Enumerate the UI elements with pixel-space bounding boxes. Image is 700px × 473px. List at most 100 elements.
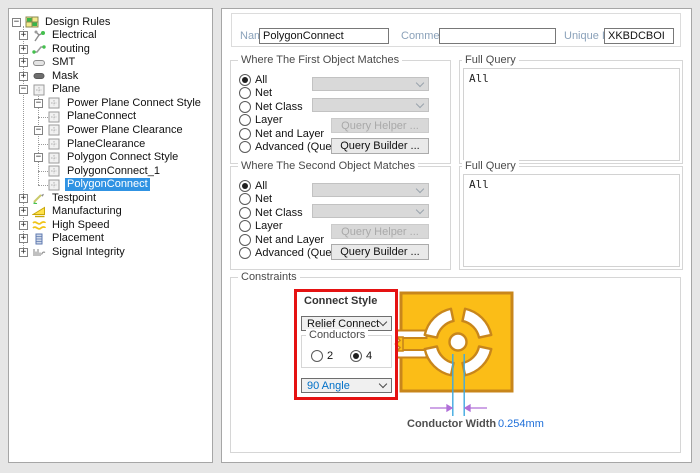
comment-input[interactable] <box>439 28 556 44</box>
collapse-toggle-icon[interactable]: − <box>34 126 43 135</box>
first-query-helper-button: Query Helper ... <box>331 118 429 133</box>
radio-label: Net <box>255 87 272 99</box>
expand-toggle-icon[interactable]: + <box>19 45 28 54</box>
first-net-select <box>312 77 429 91</box>
highlight-annotation-box <box>294 289 398 400</box>
high-speed-icon <box>32 219 46 231</box>
tree-item-routing[interactable]: + Routing <box>10 42 211 56</box>
second-match-radio-layer[interactable]: Layer <box>239 220 283 233</box>
tree-item-smt[interactable]: + SMT <box>10 56 211 70</box>
radio-selected-icon <box>239 74 251 86</box>
placement-icon <box>32 233 46 245</box>
second-match-radio-net-and-layer[interactable]: Net and Layer <box>239 233 324 246</box>
radio-label: Net and Layer <box>255 234 324 246</box>
second-full-query-group: Full Query All <box>459 166 683 270</box>
second-full-query-text: All <box>463 174 680 267</box>
first-full-query-group: Full Query All <box>459 60 683 164</box>
radio-unselected-icon <box>239 114 251 126</box>
radio-unselected-icon <box>239 220 251 232</box>
tree-item-label: Routing <box>50 43 92 56</box>
tree-item-label: Signal Integrity <box>50 246 127 259</box>
rule-icon <box>47 179 61 191</box>
radio-label: Net <box>255 193 272 205</box>
tree-item-testpoint[interactable]: + Testpoint <box>10 191 211 205</box>
tree-item-label: PlaneClearance <box>65 138 147 151</box>
expand-toggle-icon[interactable]: + <box>19 248 28 257</box>
first-net-class-select <box>312 98 429 112</box>
second-match-radio-advanced-query[interactable]: Advanced (Query) <box>239 247 344 260</box>
conductor-width-label: Conductor Width <box>407 418 491 430</box>
first-match-radio-net-class[interactable]: Net Class <box>239 100 303 113</box>
radio-unselected-icon <box>239 234 251 246</box>
tree-item-polygon-connect-style[interactable]: −Polygon Connect Style <box>10 151 211 165</box>
tree-item-polygonconnect-1[interactable]: PolygonConnect_1 <box>10 164 211 178</box>
radio-unselected-icon <box>239 207 251 219</box>
second-query-builder-button[interactable]: Query Builder ... <box>331 244 429 260</box>
routing-icon <box>32 43 46 55</box>
expand-toggle-icon[interactable]: + <box>19 234 28 243</box>
expand-toggle-icon[interactable]: + <box>19 31 28 40</box>
tree-item-label: SMT <box>50 56 77 69</box>
tree-item-planeclearance[interactable]: PlaneClearance <box>10 137 211 151</box>
second-match-radio-net-class[interactable]: Net Class <box>239 206 303 219</box>
expand-toggle-icon[interactable]: + <box>19 58 28 67</box>
tree-item-electrical[interactable]: + Electrical <box>10 29 211 43</box>
radio-unselected-icon <box>239 87 251 99</box>
tree-item-label: Electrical <box>50 29 99 42</box>
electrical-icon <box>32 30 46 42</box>
expand-toggle-icon[interactable]: + <box>19 207 28 216</box>
tree-item-planeconnect[interactable]: PlaneConnect <box>10 110 211 124</box>
tree-item-label: Mask <box>50 70 80 83</box>
first-match-radio-advanced-query[interactable]: Advanced (Query) <box>239 141 344 154</box>
design-rules-icon <box>25 16 39 28</box>
tree-item-mask[interactable]: + Mask <box>10 69 211 83</box>
query-helper-label: Query Helper ... <box>341 120 419 132</box>
expand-toggle-icon[interactable]: + <box>19 194 28 203</box>
first-match-radio-net[interactable]: Net <box>239 87 272 100</box>
second-match-radio-net[interactable]: Net <box>239 193 272 206</box>
testpoint-icon <box>32 192 46 204</box>
signal-integrity-icon <box>32 246 46 258</box>
tree-item-placement[interactable]: + Placement <box>10 232 211 246</box>
first-full-query-text: All <box>463 68 680 161</box>
expand-toggle-icon[interactable]: + <box>19 221 28 230</box>
first-match-radio-net-and-layer[interactable]: Net and Layer <box>239 127 324 140</box>
collapse-toggle-icon[interactable]: − <box>34 99 43 108</box>
tree-item-design-rules[interactable]: −Design Rules <box>10 15 211 29</box>
tree-item-power-plane-connect-style[interactable]: −Power Plane Connect Style <box>10 96 211 110</box>
rule-icon <box>47 165 61 177</box>
tree-item-high-speed[interactable]: +High Speed <box>10 218 211 232</box>
rule-icon <box>47 138 61 150</box>
rule-icon <box>47 111 61 123</box>
manufacturing-icon <box>32 206 46 218</box>
collapse-toggle-icon[interactable]: − <box>19 85 28 94</box>
conductor-width-value: 0.254mm <box>498 418 544 430</box>
first-query-builder-button[interactable]: Query Builder ... <box>331 138 429 154</box>
tree-item-power-plane-clearance[interactable]: − Power Plane Clearance <box>10 123 211 137</box>
tree-item-manufacturing[interactable]: +Manufacturing <box>10 205 211 219</box>
second-object-match-title: Where The Second Object Matches <box>238 160 418 172</box>
tree-item-polygonconnect[interactable]: PolygonConnect <box>10 178 211 192</box>
query-builder-label: Query Builder ... <box>340 246 419 258</box>
collapse-toggle-icon[interactable]: − <box>12 18 21 27</box>
radio-label: Net Class <box>255 207 303 219</box>
first-match-radio-layer[interactable]: Layer <box>239 114 283 127</box>
plane-icon <box>32 84 46 96</box>
radio-label: Net and Layer <box>255 128 324 140</box>
expand-toggle-icon[interactable]: + <box>19 72 28 81</box>
tree-item-label: PlaneConnect <box>65 110 138 123</box>
name-input[interactable] <box>259 28 389 44</box>
second-match-radio-all[interactable]: All <box>239 179 267 192</box>
tree-item-label: Testpoint <box>50 192 98 205</box>
first-match-radio-all[interactable]: All <box>239 73 267 86</box>
tree-item-label: Power Plane Clearance <box>65 124 185 137</box>
tree-item-label: Placement <box>50 232 106 245</box>
constraints-group: Constraints Connect Style Relief Connect… <box>230 277 681 453</box>
first-object-match-group: Where The First Object Matches AllNetNet… <box>230 60 451 164</box>
tree-item-signal-integrity[interactable]: + Signal Integrity <box>10 245 211 259</box>
unique-id-input[interactable] <box>604 28 674 44</box>
collapse-toggle-icon[interactable]: − <box>34 153 43 162</box>
radio-label: Net Class <box>255 101 303 113</box>
tree-item-plane[interactable]: −Plane <box>10 83 211 97</box>
mask-icon <box>32 70 46 82</box>
